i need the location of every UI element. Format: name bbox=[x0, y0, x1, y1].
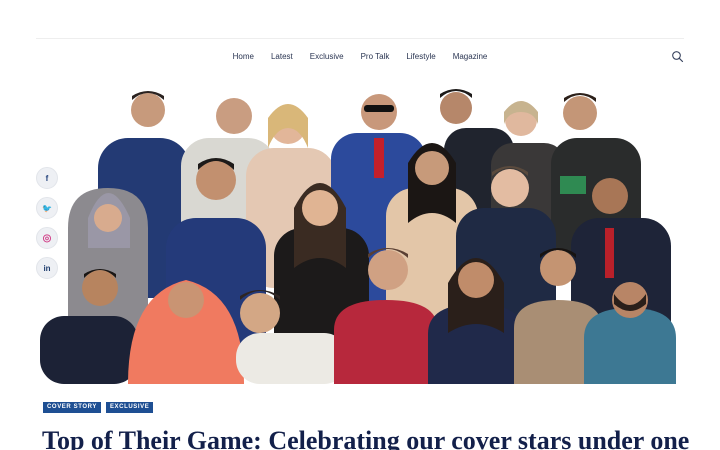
person-mid-1 bbox=[68, 188, 148, 338]
article-headline[interactable]: Top of Their Game: Celebrating our cover… bbox=[42, 424, 702, 450]
nav-home[interactable]: Home bbox=[224, 50, 262, 64]
social-share-bar: f 🐦 ◎ in bbox=[36, 167, 58, 279]
instagram-icon[interactable]: ◎ bbox=[36, 227, 58, 249]
main-nav: Home Latest Exclusive Pro Talk Lifestyle… bbox=[0, 50, 720, 64]
nav-exclusive[interactable]: Exclusive bbox=[301, 50, 352, 64]
article-tags: COVER STORY EXCLUSIVE bbox=[43, 402, 154, 413]
nav-magazine[interactable]: Magazine bbox=[444, 50, 496, 64]
search-icon[interactable] bbox=[671, 50, 684, 63]
twitter-icon[interactable]: 🐦 bbox=[36, 197, 58, 219]
linkedin-icon[interactable]: in bbox=[36, 257, 58, 279]
nav-pro-talk[interactable]: Pro Talk bbox=[352, 50, 398, 64]
nav-latest[interactable]: Latest bbox=[262, 50, 301, 64]
facebook-icon[interactable]: f bbox=[36, 167, 58, 189]
tag-cover-story[interactable]: COVER STORY bbox=[43, 402, 101, 413]
nav-lifestyle[interactable]: Lifestyle bbox=[398, 50, 444, 64]
cover-stars-image[interactable] bbox=[36, 78, 684, 384]
top-divider bbox=[36, 38, 684, 39]
tag-exclusive[interactable]: EXCLUSIVE bbox=[105, 402, 154, 413]
